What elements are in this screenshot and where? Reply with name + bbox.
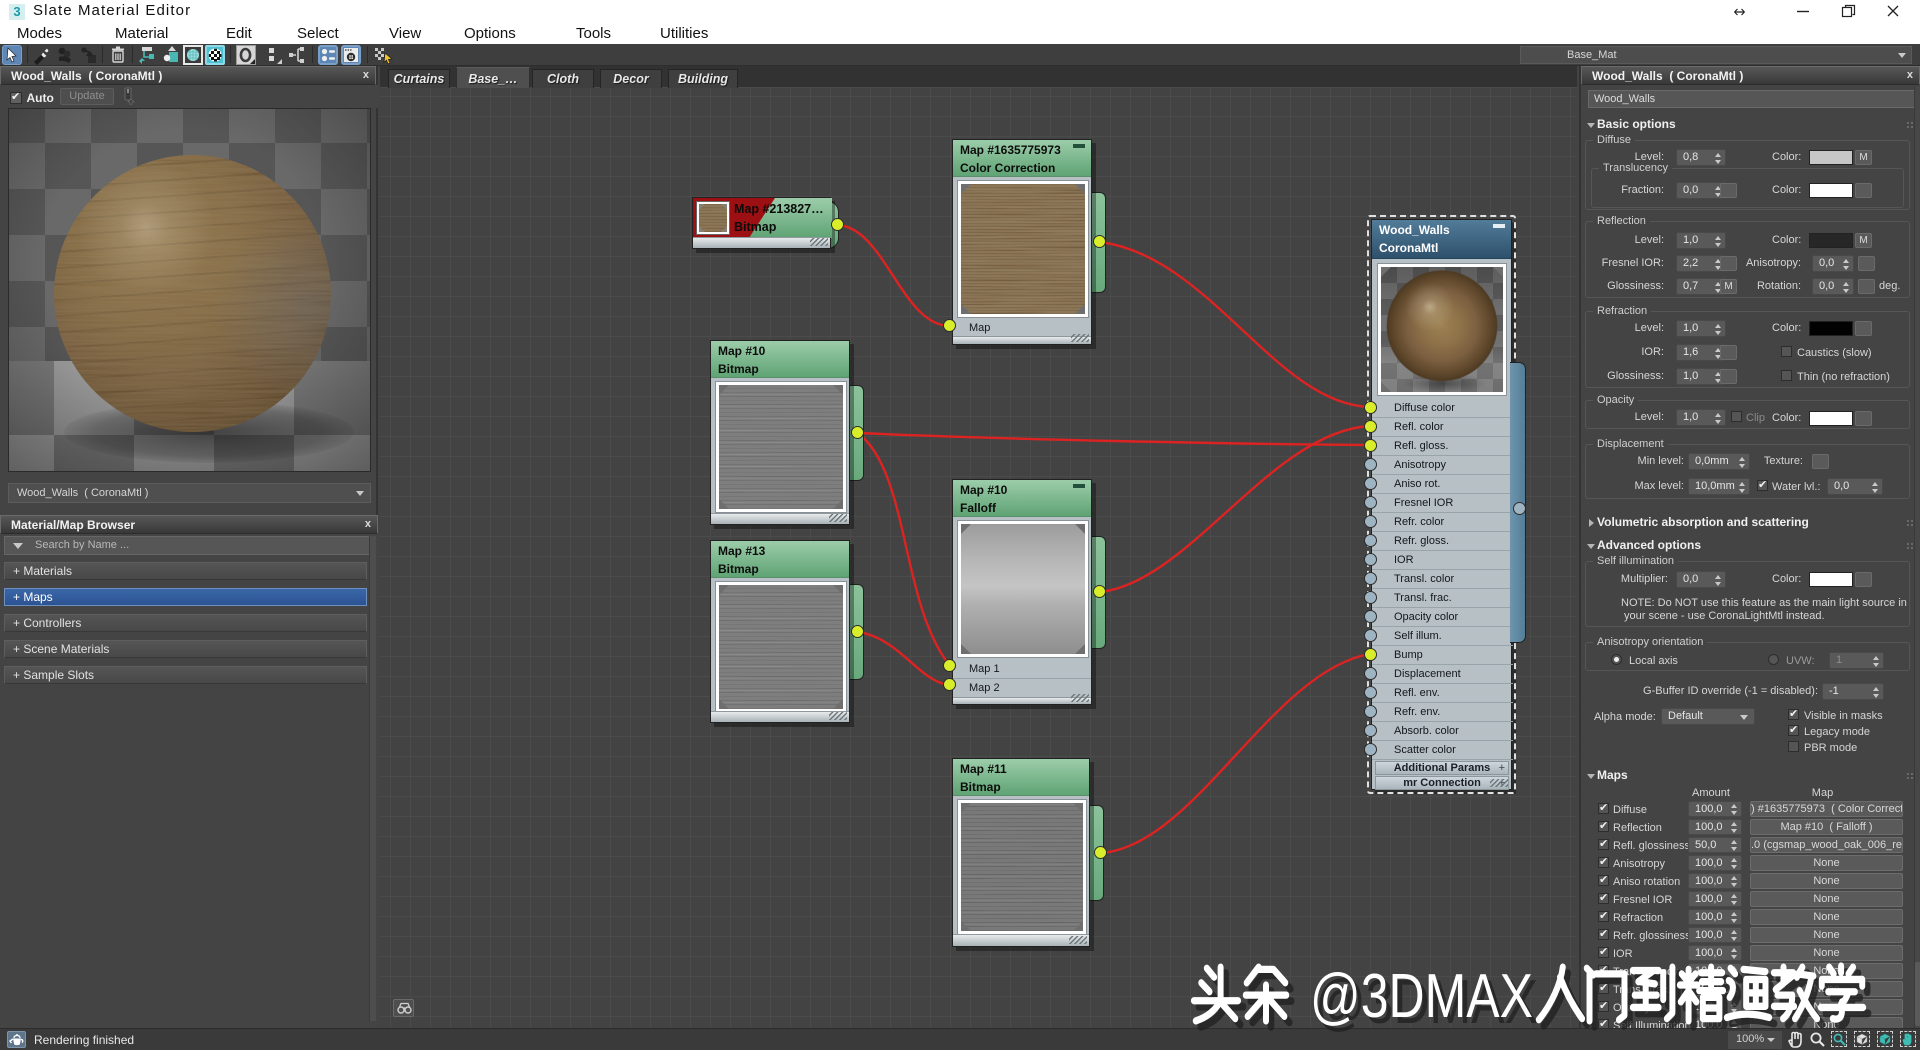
svg-text:@3DMAX: @3DMAX <box>1310 962 1533 1031</box>
